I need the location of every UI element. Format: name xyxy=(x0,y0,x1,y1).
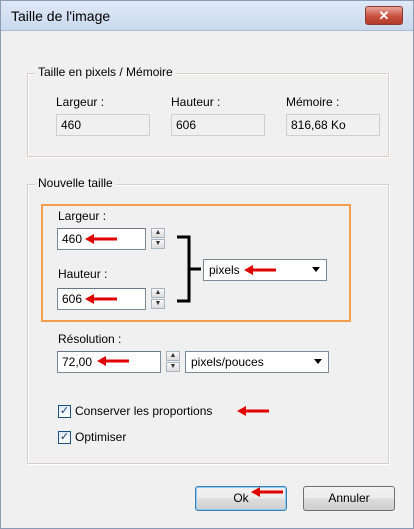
new-width-spinner[interactable]: ▲ ▼ xyxy=(150,228,166,250)
checkmark-icon: ✓ xyxy=(59,431,70,443)
optimize-label[interactable]: Optimiser xyxy=(75,430,126,444)
spin-up-icon[interactable]: ▲ xyxy=(151,228,165,238)
red-arrow-icon xyxy=(237,406,269,416)
red-arrow-icon xyxy=(85,234,117,244)
checkmark-icon: ✓ xyxy=(59,405,70,417)
image-size-dialog: Taille de l'image ✕ Taille en pixels / M… xyxy=(0,0,414,529)
red-arrow-icon xyxy=(251,487,283,497)
spin-down-icon[interactable]: ▼ xyxy=(166,362,180,372)
chevron-down-icon xyxy=(312,267,320,272)
chevron-down-icon xyxy=(314,359,322,364)
pixel-memory-legend: Taille en pixels / Mémoire xyxy=(35,65,176,79)
cancel-label: Annuler xyxy=(328,491,370,505)
memory-label: Mémoire : xyxy=(286,95,340,109)
current-width-value: 460 xyxy=(56,114,150,136)
keep-proportions-checkbox[interactable]: ✓ xyxy=(58,405,71,418)
spin-up-icon[interactable]: ▲ xyxy=(151,288,165,298)
keep-proportions-label[interactable]: Conserver les proportions xyxy=(75,404,212,418)
resolution-label: Résolution : xyxy=(58,332,122,346)
title-bar: Taille de l'image ✕ xyxy=(1,1,413,31)
link-bracket-icon xyxy=(177,235,201,303)
resolution-spinner[interactable]: ▲ ▼ xyxy=(165,351,181,373)
optimize-checkbox[interactable]: ✓ xyxy=(58,431,71,444)
new-height-label: Hauteur : xyxy=(58,267,108,281)
current-height-label: Hauteur : xyxy=(171,95,221,109)
new-width-label: Largeur : xyxy=(58,209,107,223)
dialog-title: Taille de l'image xyxy=(11,8,111,24)
current-width-label: Largeur : xyxy=(56,95,105,109)
close-button[interactable]: ✕ xyxy=(365,6,403,25)
current-height-value: 606 xyxy=(171,114,265,136)
new-size-legend: Nouvelle taille xyxy=(35,176,116,190)
resolution-unit-select[interactable]: pixels/pouces xyxy=(185,351,329,373)
resolution-unit-value: pixels/pouces xyxy=(191,355,264,369)
unit-select-value: pixels xyxy=(209,263,240,277)
ok-label: Ok xyxy=(233,491,249,505)
spin-down-icon[interactable]: ▼ xyxy=(151,299,165,309)
close-icon: ✕ xyxy=(378,8,390,23)
memory-value: 816,68 Ko xyxy=(286,114,380,136)
red-arrow-icon xyxy=(85,294,117,304)
red-arrow-icon xyxy=(97,356,129,366)
new-height-spinner[interactable]: ▲ ▼ xyxy=(150,288,166,310)
cancel-button[interactable]: Annuler xyxy=(303,486,395,511)
spin-up-icon[interactable]: ▲ xyxy=(166,351,180,361)
spin-down-icon[interactable]: ▼ xyxy=(151,239,165,249)
red-arrow-icon xyxy=(244,265,276,275)
